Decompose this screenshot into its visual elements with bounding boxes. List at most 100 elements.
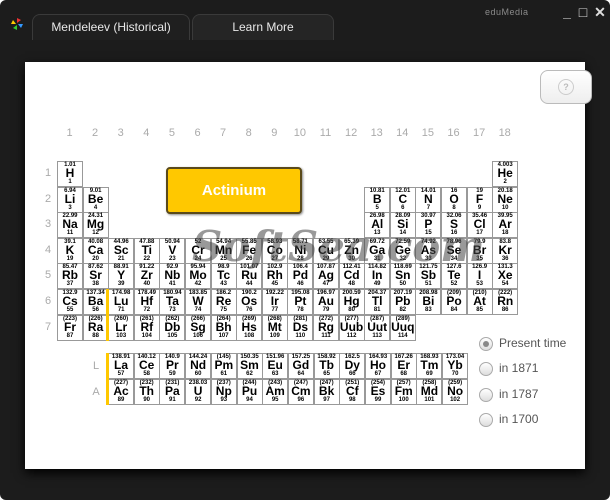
element-cell[interactable]: 12.01 C 6 [389, 186, 416, 213]
element-cell[interactable]: 16 O 8 [441, 186, 467, 213]
element-cell[interactable]: 30.97 P 15 [415, 212, 442, 239]
element-cell[interactable]: 121.75 Sb 51 [415, 263, 442, 290]
element-cell[interactable]: 40.08 Ca 20 [82, 237, 109, 264]
element-cell[interactable]: 50.94 V 23 [159, 237, 186, 264]
element-cell[interactable]: 69.72 Ga 31 [364, 237, 391, 264]
element-cell[interactable]: (232) Th 90 [133, 379, 160, 405]
element-cell[interactable]: 118.69 Sn 50 [389, 263, 416, 290]
element-cell[interactable]: 95.94 Mo 42 [185, 263, 211, 290]
element-cell[interactable]: 137.34 Ba 56 [82, 289, 109, 315]
element-cell[interactable]: 144.24 Nd 60 [185, 353, 212, 379]
element-cell[interactable]: 28.09 Si 14 [389, 212, 416, 239]
element-cell[interactable]: (281) Ds 110 [287, 314, 314, 341]
element-cell[interactable]: 140.9 Pr 59 [159, 353, 186, 379]
element-cell[interactable]: 98.9 Tc 43 [210, 263, 237, 290]
element-cell[interactable]: 158.92 Tb 65 [313, 353, 340, 379]
element-cell[interactable]: (287) Uut 113 [364, 314, 391, 341]
element-cell[interactable]: (289) Uuq 114 [389, 314, 416, 341]
element-cell[interactable]: 178.49 Hf 72 [133, 289, 160, 315]
element-cell[interactable]: 22.99 Na 11 [57, 212, 83, 239]
element-cell[interactable]: 132.9 Cs 55 [57, 289, 83, 315]
element-cell[interactable]: 14.01 N 7 [415, 186, 442, 213]
element-cell[interactable]: (223) Fr 87 [57, 314, 83, 341]
element-cell[interactable]: 47.88 Ti 22 [133, 237, 160, 264]
element-cell[interactable]: 114.82 In 49 [364, 263, 391, 290]
element-cell[interactable]: (264) Bh 107 [210, 314, 237, 341]
tab-learn-more[interactable]: Learn More [192, 14, 334, 40]
element-cell[interactable]: 78.96 Se 34 [441, 237, 467, 264]
element-cell[interactable]: (237) Np 93 [210, 379, 237, 405]
element-cell[interactable]: 102.9 Rh 45 [261, 263, 288, 290]
element-cell[interactable]: (257) Fm 100 [390, 379, 417, 405]
element-cell[interactable]: 204.37 Tl 81 [364, 289, 391, 315]
element-cell[interactable]: 192.22 Ir 77 [261, 289, 288, 315]
element-cell[interactable]: 157.25 Gd 64 [287, 353, 314, 379]
element-cell[interactable]: (222) Rn 86 [492, 289, 519, 315]
element-cell[interactable]: (227) Ac 89 [108, 379, 134, 405]
element-cell[interactable]: 106.4 Pd 46 [287, 263, 314, 290]
element-cell[interactable]: 55.85 Fe 26 [236, 237, 263, 264]
element-cell[interactable]: 24.31 Mg 12 [82, 212, 109, 239]
element-cell[interactable]: 91.22 Zr 40 [133, 263, 160, 290]
element-cell[interactable]: (277) Uub 112 [338, 314, 365, 341]
element-cell[interactable]: 20.18 Ne 10 [492, 186, 519, 213]
element-cell[interactable]: (259) No 102 [442, 379, 469, 405]
element-cell[interactable]: (258) Md 101 [416, 379, 443, 405]
element-cell[interactable]: 65.39 Zn 30 [338, 237, 365, 264]
element-cell[interactable]: 74.92 As 33 [415, 237, 442, 264]
element-cell[interactable]: 87.62 Sr 38 [82, 263, 109, 290]
element-cell[interactable]: 54.94 Mn 25 [210, 237, 237, 264]
element-cell[interactable]: 174.98 Lu 71 [108, 289, 135, 315]
radio-circle-icon[interactable] [479, 412, 493, 427]
element-cell[interactable]: 63.55 Cu 29 [313, 237, 339, 264]
element-cell[interactable]: 39.1 K 19 [57, 237, 83, 264]
element-cell[interactable]: 162.5 Dy 66 [339, 353, 366, 379]
element-cell[interactable]: 173.04 Yb 70 [442, 353, 469, 379]
element-cell[interactable]: 79.9 Br 35 [466, 237, 493, 264]
element-cell[interactable]: (261) Rf 104 [133, 314, 160, 341]
radio-circle-icon[interactable] [479, 387, 493, 402]
element-cell[interactable]: 85.47 Rb 37 [57, 263, 83, 290]
element-cell[interactable]: 1.01 H 1 [57, 161, 83, 187]
element-cell[interactable]: 32.06 S 16 [441, 212, 467, 239]
element-cell[interactable]: (262) Db 105 [159, 314, 186, 341]
element-cell[interactable]: (247) Bk 97 [313, 379, 340, 405]
element-cell[interactable]: (269) Hs 108 [236, 314, 263, 341]
help-button[interactable]: ? [540, 70, 592, 104]
element-cell[interactable]: 195.08 Pt 78 [287, 289, 314, 315]
element-cell[interactable]: 9.01 Be 4 [82, 186, 109, 213]
element-cell[interactable]: (210) At 85 [466, 289, 493, 315]
element-cell[interactable]: 72.59 Ge 32 [389, 237, 416, 264]
element-cell[interactable]: (226) Ra 88 [82, 314, 109, 341]
minimize-button[interactable]: _ [560, 4, 574, 20]
element-cell[interactable]: 88.91 Y 39 [108, 263, 135, 290]
element-cell[interactable]: (260) Lr 103 [108, 314, 135, 341]
element-cell[interactable]: (244) Pu 94 [236, 379, 263, 405]
element-cell[interactable]: 52 Cr 24 [185, 237, 211, 264]
element-cell[interactable]: 6.94 Li 3 [57, 186, 83, 213]
element-cell[interactable]: 44.96 Sc 21 [108, 237, 135, 264]
element-cell[interactable]: 92.9 Nb 41 [159, 263, 186, 290]
element-cell[interactable]: 127.6 Te 52 [441, 263, 467, 290]
element-cell[interactable]: 151.96 Eu 63 [262, 353, 289, 379]
maximize-button[interactable]: □ [576, 4, 590, 20]
element-cell[interactable]: 39.95 Ar 18 [492, 212, 519, 239]
element-cell[interactable]: 131.3 Xe 54 [492, 263, 519, 290]
element-cell[interactable]: 207.19 Pb 82 [389, 289, 416, 315]
element-cell[interactable]: 190.2 Os 76 [236, 289, 263, 315]
close-button[interactable]: ✕ [593, 4, 607, 21]
element-cell[interactable]: 26.98 Al 13 [364, 212, 391, 239]
element-cell[interactable]: (272) Rg 111 [313, 314, 339, 341]
element-cell[interactable]: (266) Sg 106 [185, 314, 211, 341]
element-cell[interactable]: 167.26 Er 68 [390, 353, 417, 379]
element-cell[interactable]: 10.81 B 5 [364, 186, 391, 213]
element-cell[interactable]: 58.93 Co 27 [261, 237, 288, 264]
element-cell[interactable]: 186.2 Re 75 [210, 289, 237, 315]
element-cell[interactable]: 238.03 U 92 [185, 379, 212, 405]
element-cell[interactable]: 112.41 Cd 48 [338, 263, 365, 290]
element-cell[interactable]: 140.12 Ce 58 [133, 353, 160, 379]
element-cell[interactable]: 168.93 Tm 69 [416, 353, 443, 379]
element-cell[interactable]: 126.9 I 53 [466, 263, 493, 290]
element-cell[interactable]: 164.93 Ho 67 [365, 353, 391, 379]
element-cell[interactable]: (231) Pa 91 [159, 379, 186, 405]
